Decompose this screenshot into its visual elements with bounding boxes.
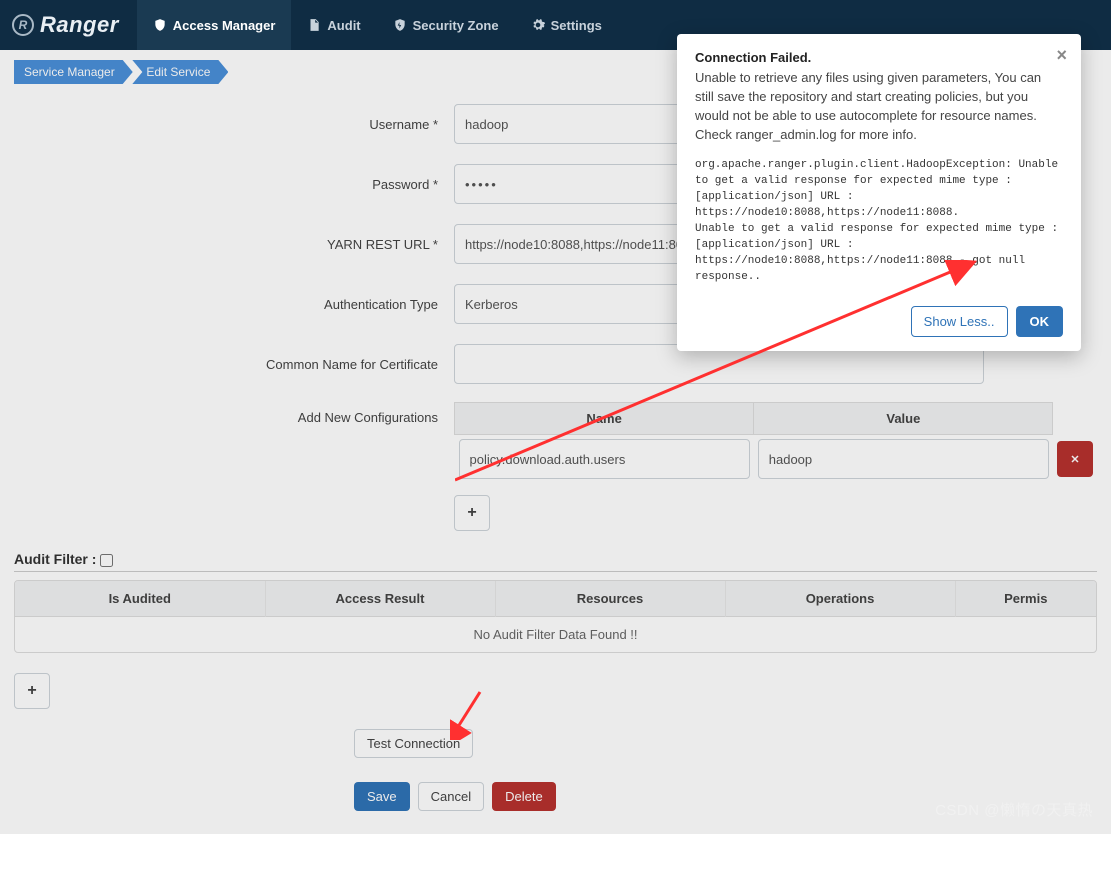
save-button[interactable]: Save (354, 782, 410, 811)
config-table: Name Value (454, 402, 1097, 483)
col-permissions: Permis (955, 581, 1096, 617)
col-resources: Resources (495, 581, 725, 617)
username-label: Username * (14, 117, 454, 132)
col-operations: Operations (725, 581, 955, 617)
test-connection-button[interactable]: Test Connection (354, 729, 473, 758)
nav-access-label: Access Manager (173, 18, 276, 33)
breadcrumb-edit-service[interactable]: Edit Service (132, 60, 228, 84)
modal-description: Unable to retrieve any files using given… (695, 69, 1063, 144)
auth-type-label: Authentication Type (14, 297, 454, 312)
connection-failed-modal: × Connection Failed. Unable to retrieve … (677, 34, 1081, 351)
config-add-button[interactable]: + (454, 495, 490, 531)
watermark: CSDN @懒惰の天真热 (935, 799, 1093, 820)
config-row (455, 435, 1098, 484)
password-label: Password * (14, 177, 454, 192)
auth-type-value: Kerberos (465, 297, 518, 312)
brand-badge-icon: R (12, 14, 34, 36)
audit-add-button[interactable]: + (14, 673, 50, 709)
modal-stacktrace: org.apache.ranger.plugin.client.HadoopEx… (695, 158, 1063, 286)
nav-security-zone[interactable]: Security Zone (377, 0, 515, 50)
yarn-rest-label: YARN REST URL * (14, 237, 454, 252)
brand-name: Ranger (40, 12, 119, 38)
col-is-audited: Is Audited (15, 581, 265, 617)
config-name-input[interactable] (459, 439, 750, 479)
close-icon (1069, 453, 1081, 465)
cancel-button[interactable]: Cancel (418, 782, 484, 811)
audit-empty-message: No Audit Filter Data Found !! (15, 617, 1096, 653)
config-col-value: Value (754, 403, 1053, 435)
breadcrumb-service-manager[interactable]: Service Manager (14, 60, 133, 84)
audit-filter-checkbox[interactable] (100, 554, 113, 567)
audit-filter-section: Audit Filter : (14, 551, 1097, 572)
nav-settings-label: Settings (551, 18, 602, 33)
gear-icon (531, 18, 545, 32)
nav-settings[interactable]: Settings (515, 0, 618, 50)
show-less-button[interactable]: Show Less.. (911, 306, 1008, 337)
config-remove-button[interactable] (1057, 441, 1093, 477)
delete-button[interactable]: Delete (492, 782, 556, 811)
nav-audit-label: Audit (327, 18, 360, 33)
cert-label: Common Name for Certificate (14, 357, 454, 372)
nav-access-manager[interactable]: Access Manager (137, 0, 292, 50)
config-value-input[interactable] (758, 439, 1049, 479)
col-access-result: Access Result (265, 581, 495, 617)
document-icon (307, 18, 321, 32)
audit-filter-label: Audit Filter : (14, 551, 96, 567)
ok-button[interactable]: OK (1016, 306, 1064, 337)
bolt-shield-icon (393, 18, 407, 32)
add-config-label: Add New Configurations (14, 402, 454, 425)
nav-audit[interactable]: Audit (291, 0, 376, 50)
modal-close-button[interactable]: × (1056, 46, 1067, 64)
brand-logo[interactable]: R Ranger (12, 12, 119, 38)
modal-title: Connection Failed. (695, 50, 1063, 65)
config-col-name: Name (455, 403, 754, 435)
shield-icon (153, 18, 167, 32)
audit-filter-table: Is Audited Access Result Resources Opera… (15, 581, 1096, 652)
nav-security-label: Security Zone (413, 18, 499, 33)
